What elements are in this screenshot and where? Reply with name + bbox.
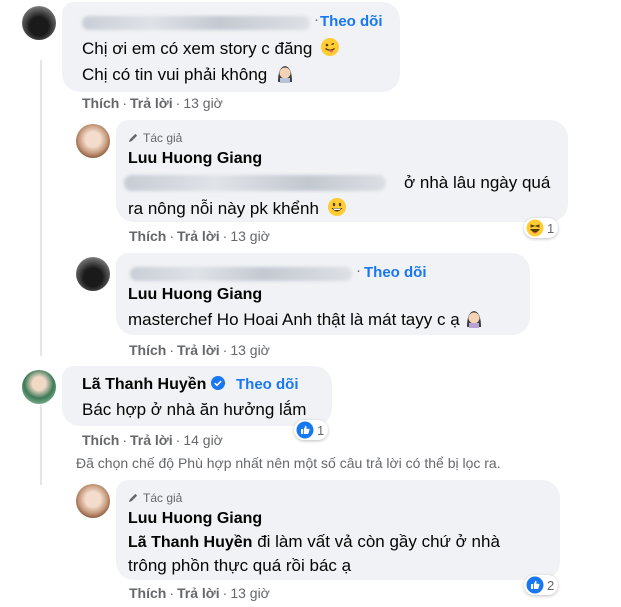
commenter-name[interactable]: Luu Huong Giang — [128, 510, 262, 528]
avatar[interactable] — [76, 124, 110, 158]
reply-link[interactable]: Trả lời — [177, 228, 220, 244]
timestamp[interactable]: 13 giờ — [230, 585, 270, 601]
timestamp[interactable]: 13 giờ — [183, 95, 223, 111]
comment-text-line: masterchef Ho Hoai Anh thật là mát tayy … — [128, 306, 484, 333]
like-reaction-icon — [296, 421, 314, 439]
comment-bubble: · Theo dõi Luu Huong Giang masterchef Ho… — [116, 253, 530, 335]
follow-link[interactable]: Theo dõi — [364, 264, 427, 281]
avatar[interactable] — [76, 484, 110, 518]
comment-bubble: Tác giả Luu Huong Giang ở nhà lâu ngày q… — [116, 120, 568, 222]
avatar[interactable] — [22, 370, 56, 404]
comment-actions: Thích · Trả lời · 14 giờ — [82, 432, 223, 448]
like-link[interactable]: Thích — [129, 342, 166, 358]
comment-actions: Thích · Trả lời · 13 giờ — [129, 585, 270, 601]
mention-blurred[interactable] — [124, 175, 386, 191]
reply-link[interactable]: Trả lời — [130, 95, 173, 111]
comment-text-line: Chị ơi em có xem story c đăng — [82, 35, 340, 62]
reply-link[interactable]: Trả lời — [177, 585, 220, 601]
like-link[interactable]: Thích — [82, 95, 119, 111]
comment-actions: Thích · Trả lời · 13 giờ — [129, 228, 270, 244]
separator-dot: · — [356, 262, 361, 279]
thread-line — [40, 60, 42, 356]
like-reaction-icon — [526, 576, 544, 594]
comment-bubble: · Theo dõi Chị ơi em có xem story c đăng… — [62, 2, 400, 92]
filter-notice: Đã chọn chế độ Phù hợp nhất nên một số c… — [76, 455, 501, 471]
commenter-name[interactable]: Lã Thanh Huyền — [82, 376, 225, 394]
grinning-face-emoji — [327, 198, 346, 216]
commenter-name[interactable]: Luu Huong Giang — [128, 150, 262, 168]
comment-text-line: ở nhà lâu ngày quá — [404, 173, 551, 192]
mention-tag[interactable]: Lã Thanh Huyền — [128, 534, 252, 551]
author-badge: Tác giả — [128, 131, 182, 145]
reply-link[interactable]: Trả lời — [130, 432, 173, 448]
woman-tipping-hand-emoji — [277, 66, 292, 83]
comment-text-line: Chị có tin vui phải không — [82, 61, 295, 88]
like-link[interactable]: Thích — [129, 228, 166, 244]
avatar[interactable] — [22, 6, 56, 40]
comment-actions: Thích · Trả lời · 13 giờ — [129, 342, 270, 358]
follow-link[interactable]: Theo dõi — [236, 376, 299, 393]
mention-tag[interactable]: Luu Huong Giang — [128, 286, 262, 304]
timestamp[interactable]: 13 giờ — [230, 342, 270, 358]
thread-line — [40, 405, 42, 485]
comment-text-line: ra nông nỗi này pk khểnh — [128, 195, 347, 222]
commenter-name-blurred[interactable] — [82, 16, 310, 30]
haha-reaction-icon — [526, 219, 544, 237]
reaction-count[interactable]: 2 — [524, 575, 559, 595]
comment-text-line: Bác hợp ở nhà ăn hưởng lắm — [82, 400, 307, 419]
commenter-name-blurred[interactable] — [130, 267, 352, 281]
separator-dot: · — [222, 374, 227, 391]
separator-dot: · — [314, 11, 319, 28]
pencil-icon — [128, 133, 138, 143]
like-link[interactable]: Thích — [129, 585, 166, 601]
timestamp[interactable]: 14 giờ — [183, 432, 223, 448]
reply-link[interactable]: Trả lời — [177, 342, 220, 358]
comment-bubble: Lã Thanh Huyền · Theo dõi Bác hợp ở nhà … — [62, 366, 332, 426]
reaction-count[interactable]: 1 — [294, 420, 329, 440]
pencil-icon — [128, 493, 138, 503]
avatar[interactable] — [76, 257, 110, 291]
comment-text-line: trông phồn thực quá rồi bác ạ — [128, 556, 352, 575]
follow-link[interactable]: Theo dõi — [320, 13, 383, 30]
reaction-count[interactable]: 1 — [524, 218, 559, 238]
comment-bubble: Tác giả Luu Huong Giang Lã Thanh Huyền đ… — [116, 480, 560, 580]
face-with-tongue-emoji — [321, 38, 340, 56]
timestamp[interactable]: 13 giờ — [230, 228, 270, 244]
author-badge: Tác giả — [128, 491, 182, 505]
like-link[interactable]: Thích — [82, 432, 119, 448]
comment-actions: Thích · Trả lời · 13 giờ — [82, 95, 223, 111]
woman-tipping-hand-emoji — [467, 311, 482, 328]
